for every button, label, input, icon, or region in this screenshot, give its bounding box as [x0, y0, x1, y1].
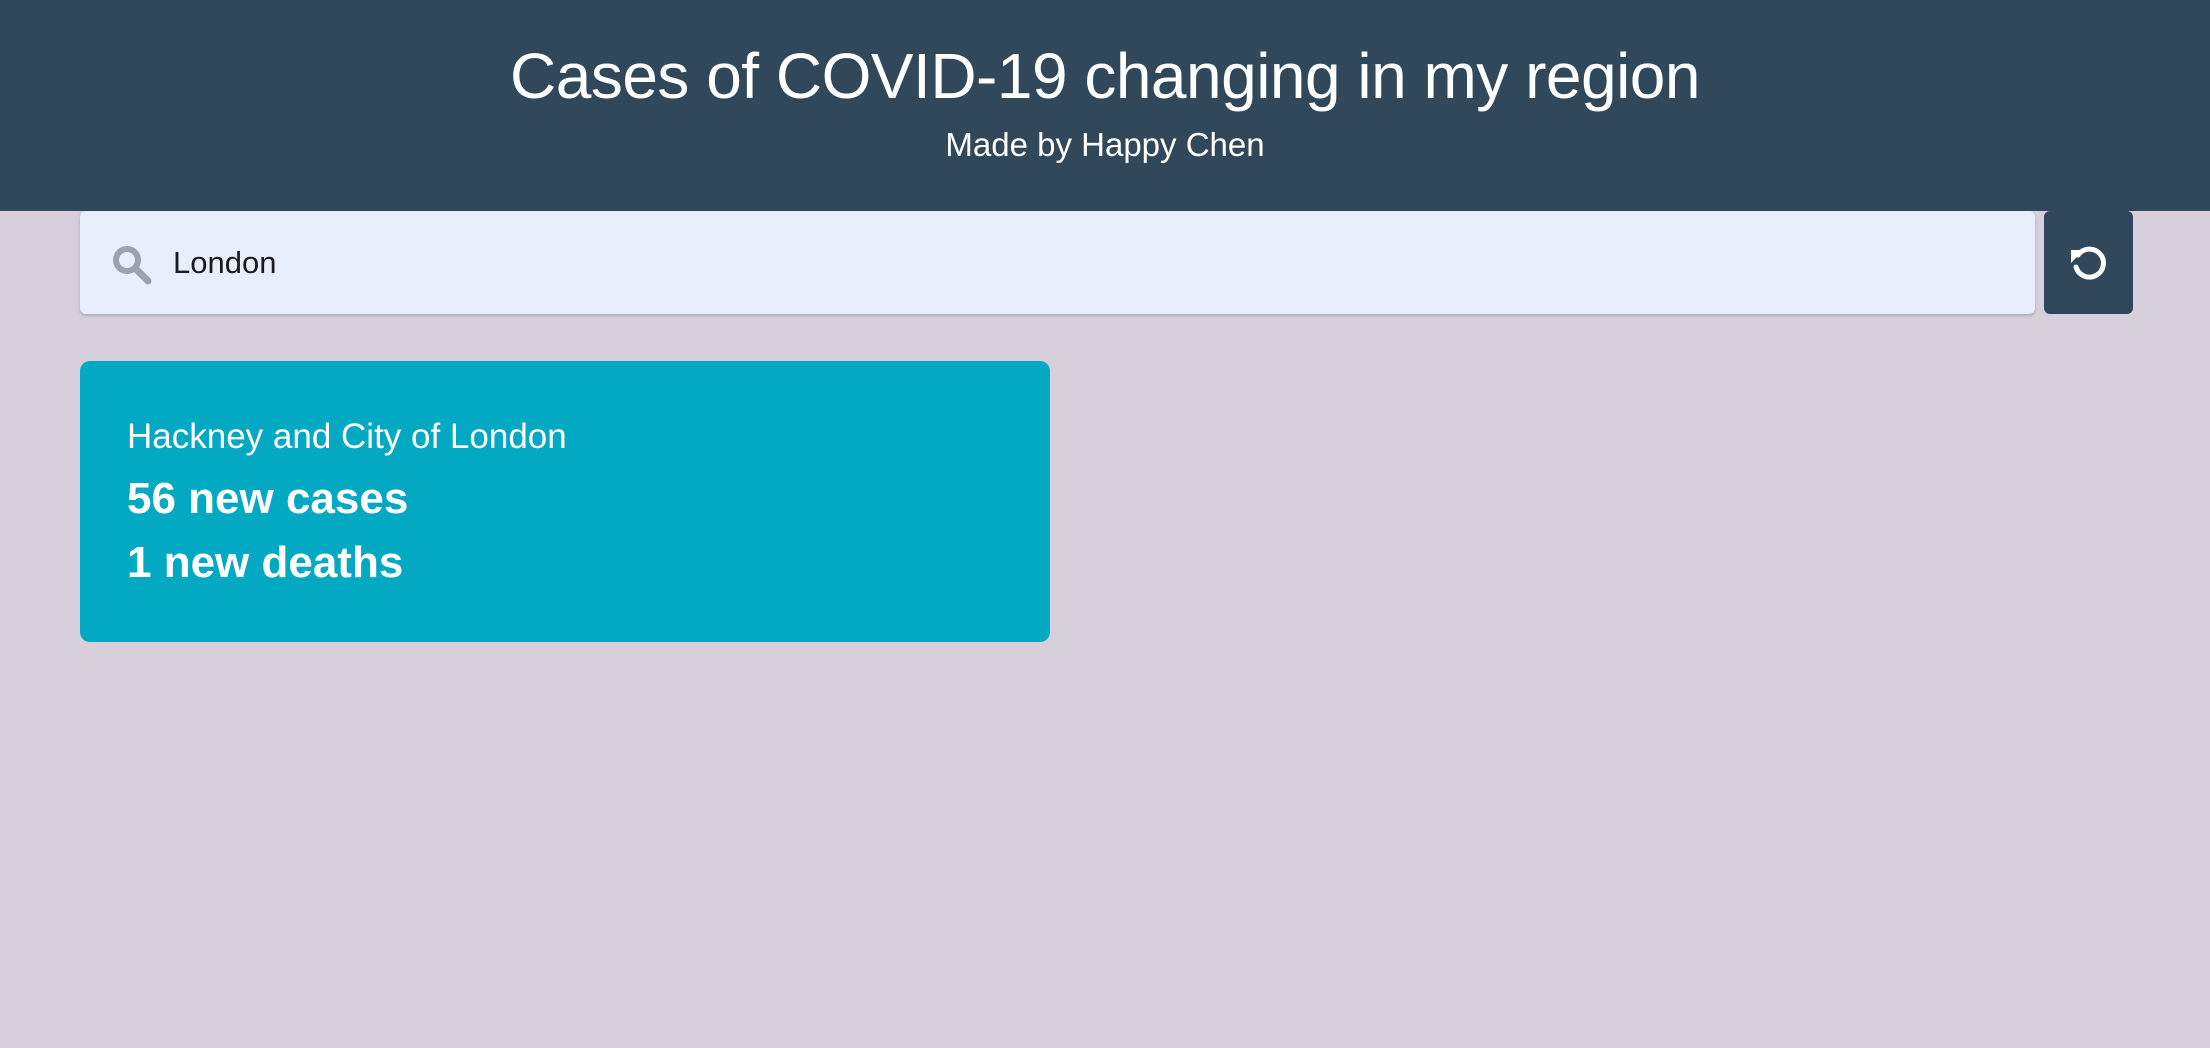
region-result-card: Hackney and City of London 56 new cases … — [80, 361, 1050, 642]
page-title: Cases of COVID-19 changing in my region — [510, 40, 1700, 112]
page-header: Cases of COVID-19 changing in my region … — [0, 0, 2210, 211]
new-cases-count: 56 new cases — [127, 474, 409, 523]
reset-icon — [2071, 246, 2106, 280]
page-subtitle: Made by Happy Chen — [945, 126, 1265, 163]
new-deaths-count: 1 new deaths — [127, 538, 404, 587]
region-name: Hackney and City of London — [127, 417, 567, 456]
search-input[interactable] — [173, 233, 2003, 293]
search-icon — [110, 243, 154, 287]
reset-button[interactable] — [2044, 211, 2133, 314]
